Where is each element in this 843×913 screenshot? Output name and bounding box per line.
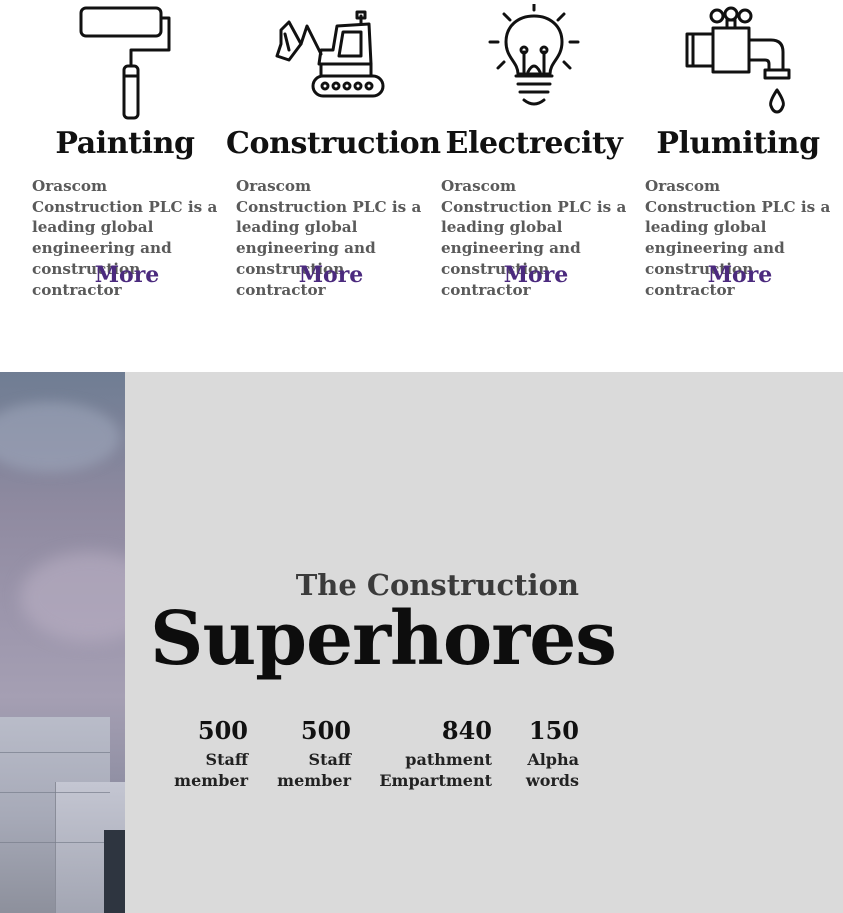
more-link[interactable]: More (32, 262, 222, 288)
stat-label: Alpha words (525, 750, 579, 790)
hero-section: The Construction Superhores 500 Staff me… (0, 372, 843, 913)
light-bulb-icon (441, 4, 627, 122)
services-section: Painting Orascom Construction PLC is a l… (0, 0, 843, 372)
stat-label: pathment Empartment (379, 750, 492, 790)
stat-item: 500 Staff member (174, 716, 248, 791)
stat-value: 840 (441, 716, 492, 745)
building-photo (0, 372, 125, 913)
hero-title: Superhores (150, 596, 617, 682)
more-link[interactable]: More (441, 262, 631, 288)
service-title: Painting (55, 126, 195, 161)
service-title: Construction (226, 126, 441, 161)
water-faucet-icon (645, 4, 831, 122)
stat-value: 500 (300, 716, 351, 745)
stat-value: 150 (528, 716, 579, 745)
stat-label: Staff member (277, 750, 351, 790)
paint-roller-icon (32, 4, 218, 122)
excavator-icon (236, 4, 422, 122)
service-title: Plumiting (656, 126, 820, 161)
service-title: Electrecity (445, 126, 623, 161)
stat-item: 840 pathment Empartment (379, 716, 492, 791)
more-link[interactable]: More (645, 262, 835, 288)
stat-label: Staff member (174, 750, 248, 790)
stat-item: 500 Staff member (277, 716, 351, 791)
stat-item: 150 Alpha words (526, 716, 579, 791)
stat-value: 500 (197, 716, 248, 745)
more-link[interactable]: More (236, 262, 426, 288)
